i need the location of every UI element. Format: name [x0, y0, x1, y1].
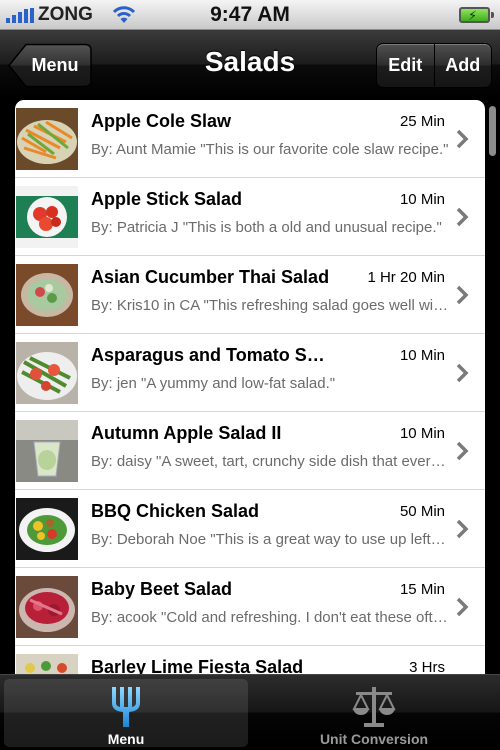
- status-time: 9:47 AM: [210, 3, 290, 26]
- beet-thumbnail: [16, 576, 78, 638]
- chevron-right-icon: [456, 207, 469, 227]
- recipe-title: Apple Stick Salad: [91, 189, 243, 209]
- tab-menu[interactable]: Menu: [4, 679, 248, 747]
- tab-bar: Menu Unit Conversion: [0, 674, 500, 750]
- recipe-title: Autumn Apple Salad II: [91, 423, 282, 443]
- recipe-time: 10 Min: [399, 347, 445, 364]
- recipe-time: 25 Min: [399, 113, 445, 130]
- recipe-list-container[interactable]: Apple Cole Slaw 25 Min By: Aunt Mamie "T…: [0, 100, 500, 674]
- recipe-row[interactable]: Baby Beet Salad 15 Min By: acook "Cold a…: [15, 568, 485, 646]
- recipe-row[interactable]: Barley Lime Fiesta Salad 3 Hrs: [15, 646, 485, 674]
- recipe-title: Apple Cole Slaw: [91, 111, 232, 131]
- recipe-row[interactable]: Autumn Apple Salad II 10 Min By: daisy "…: [15, 412, 485, 490]
- recipe-byline: By: jen "A yummy and low-fat salad.": [91, 375, 336, 392]
- tab-unit-conversion-label: Unit Conversion: [319, 731, 429, 747]
- recipe-row[interactable]: Apple Stick Salad 10 Min By: Patricia J …: [15, 178, 485, 256]
- recipe-byline: By: Deborah Noe "This is a great way to …: [91, 531, 451, 548]
- recipe-byline: By: Kris10 in CA "This refreshing salad …: [91, 297, 451, 314]
- coleslaw-thumbnail: [16, 108, 78, 170]
- recipe-byline: By: acook "Cold and refreshing. I don't …: [91, 609, 451, 626]
- recipe-row[interactable]: Asparagus and Tomato Salad 10 Min By: je…: [15, 334, 485, 412]
- cucumber-thumbnail: [16, 264, 78, 326]
- recipe-row[interactable]: Asian Cucumber Thai Salad 1 Hr 20 Min By…: [15, 256, 485, 334]
- asparagus-thumbnail: [16, 342, 78, 404]
- recipe-time: 10 Min: [399, 191, 445, 208]
- chevron-right-icon: [456, 441, 469, 461]
- battery-charging-icon: ⚡: [459, 7, 494, 23]
- recipe-time: 10 Min: [399, 425, 445, 442]
- recipe-list: Apple Cole Slaw 25 Min By: Aunt Mamie "T…: [15, 100, 485, 674]
- recipe-time: 15 Min: [399, 581, 445, 598]
- tab-menu-label: Menu: [107, 731, 145, 747]
- chevron-right-icon: [456, 597, 469, 617]
- recipe-title: Asian Cucumber Thai Salad: [91, 267, 330, 287]
- recipe-title: Baby Beet Salad: [91, 579, 233, 599]
- scroll-indicator[interactable]: [489, 106, 496, 156]
- chevron-right-icon: [456, 363, 469, 383]
- add-button[interactable]: Add: [433, 44, 492, 87]
- recipe-byline: By: Patricia J "This is both a old and u…: [91, 219, 442, 236]
- edit-button[interactable]: Edit: [377, 44, 434, 87]
- recipe-time: 50 Min: [399, 503, 445, 520]
- recipe-byline: By: daisy "A sweet, tart, crunchy side d…: [91, 453, 451, 470]
- status-bar: ZONG 9:47 AM ⚡: [0, 0, 500, 30]
- barley-thumbnail: [16, 654, 78, 674]
- apple-stick-thumbnail: [16, 186, 78, 248]
- tab-unit-conversion[interactable]: Unit Conversion: [252, 679, 496, 747]
- autumn-apple-thumbnail: [16, 420, 78, 482]
- recipe-time: 3 Hrs: [409, 659, 445, 674]
- fork-icon: [112, 687, 140, 727]
- recipe-title: BBQ Chicken Salad: [91, 501, 260, 521]
- chevron-right-icon: [456, 519, 469, 539]
- recipe-byline: By: Aunt Mamie "This is our favorite col…: [91, 141, 449, 158]
- recipe-row[interactable]: BBQ Chicken Salad 50 Min By: Deborah Noe…: [15, 490, 485, 568]
- recipe-row[interactable]: Apple Cole Slaw 25 Min By: Aunt Mamie "T…: [15, 100, 485, 178]
- navigation-bar: Menu Salads Edit Add: [0, 30, 500, 100]
- bbq-chicken-thumbnail: [16, 498, 78, 560]
- recipe-title: Barley Lime Fiesta Salad: [91, 657, 304, 674]
- scale-icon: [352, 687, 396, 727]
- edit-add-segmented-control: Edit Add: [376, 43, 492, 88]
- recipe-time: 1 Hr 20 Min: [367, 269, 445, 286]
- chevron-right-icon: [456, 129, 469, 149]
- chevron-right-icon: [456, 285, 469, 305]
- recipe-title: Asparagus and Tomato Salad: [91, 345, 331, 365]
